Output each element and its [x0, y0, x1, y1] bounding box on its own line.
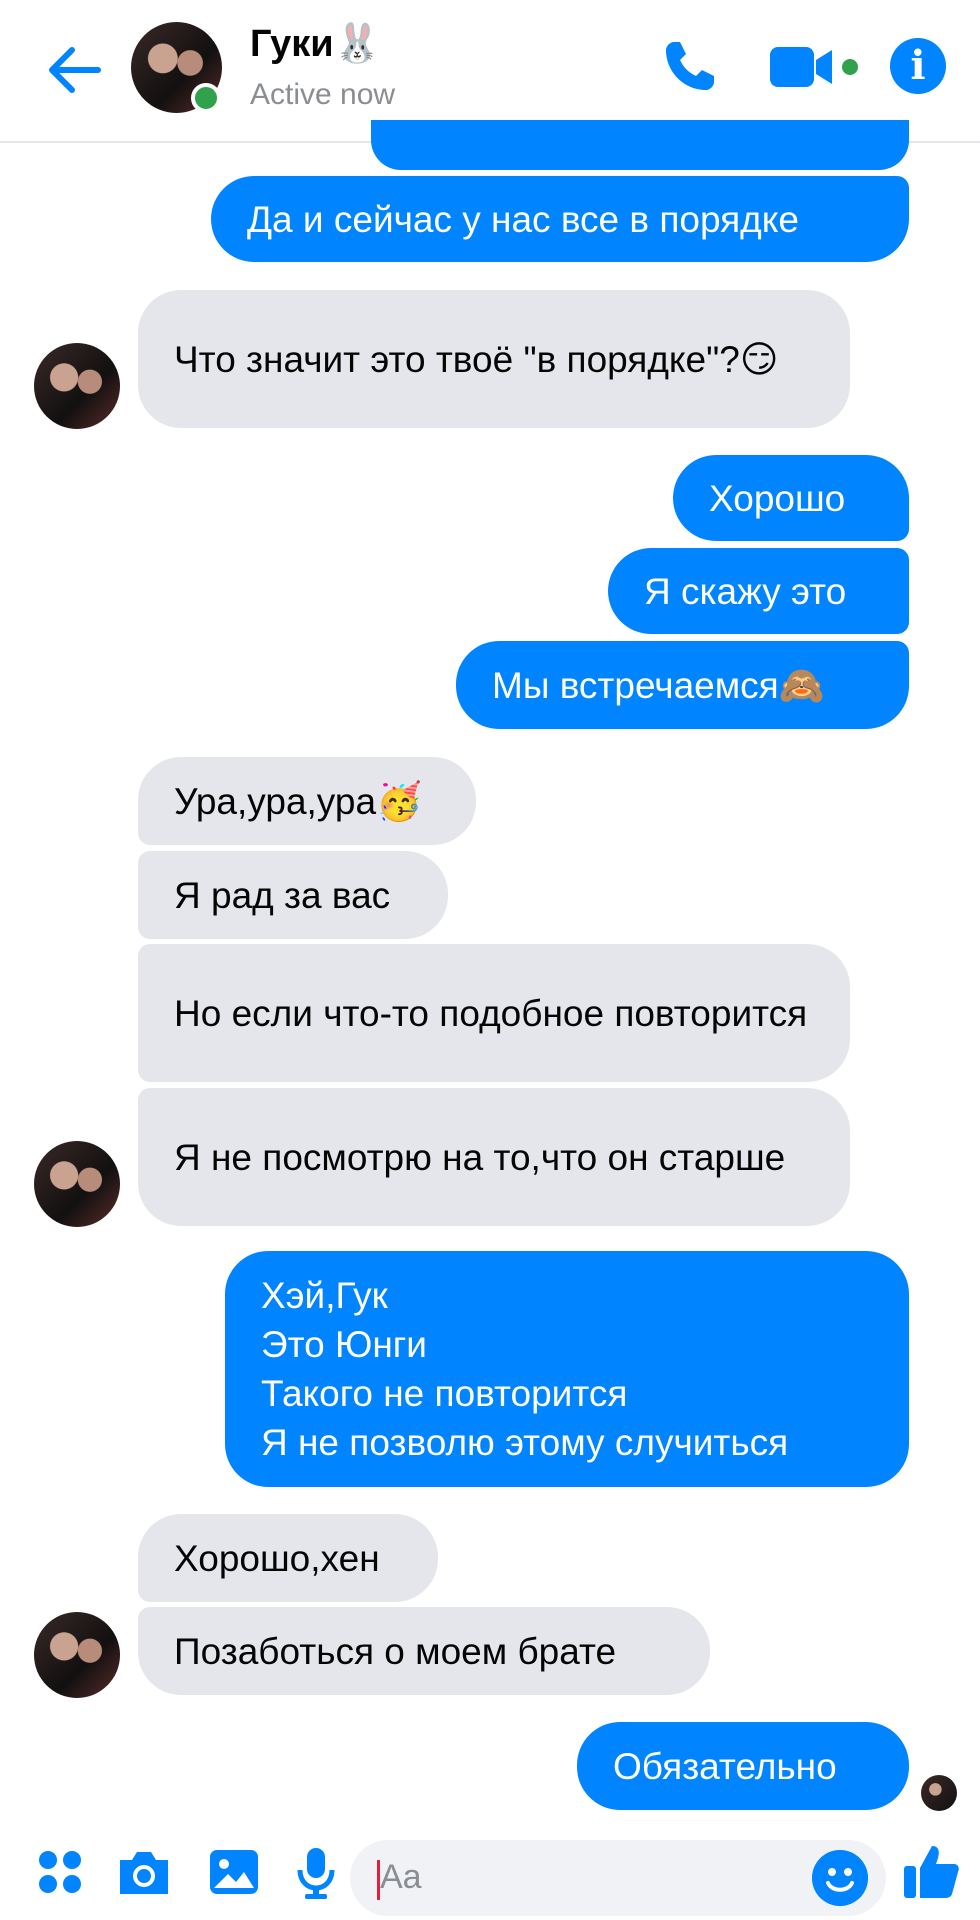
- online-indicator: [191, 83, 221, 113]
- sender-avatar[interactable]: [34, 1141, 120, 1227]
- microphone-icon[interactable]: [288, 1844, 344, 1900]
- contact-name[interactable]: Гуки🐰: [250, 22, 381, 66]
- message-text: Да и сейчас у нас все в порядке: [247, 198, 799, 240]
- message-bubble-incoming[interactable]: Что значит это твоё "в порядке"?😏: [138, 290, 850, 428]
- message-text: Что значит это твоё "в порядке"?😏: [174, 338, 779, 380]
- message-text: Мы встречаемся🙈: [492, 664, 825, 706]
- message-text: Но если что-то подобное повторится: [174, 992, 808, 1034]
- message-bubble-incoming[interactable]: Ура,ура,ура🥳: [138, 757, 476, 845]
- back-arrow-icon[interactable]: [44, 40, 104, 100]
- message-bubble-outgoing[interactable]: [371, 120, 909, 170]
- message-input-placeholder: Aa: [380, 1858, 422, 1896]
- message-bubble-incoming[interactable]: Позаботься о моем брате: [138, 1607, 710, 1695]
- message-bubble-incoming[interactable]: Я не посмотрю на то,что он старше: [138, 1088, 850, 1226]
- message-bubble-outgoing[interactable]: Хорошо: [673, 455, 909, 541]
- message-text: Позаботься о моем брате: [174, 1630, 617, 1672]
- message-text: Ура,ура,ура🥳: [174, 780, 423, 822]
- message-text: Обязательно: [613, 1745, 837, 1787]
- message-text: Я не посмотрю на то,что он старше: [174, 1136, 786, 1178]
- message-bubble-incoming[interactable]: Хорошо,хен: [138, 1514, 438, 1602]
- message-composer: Aa: [0, 1830, 980, 1920]
- sender-avatar[interactable]: [34, 343, 120, 429]
- info-icon[interactable]: i: [890, 38, 946, 94]
- seen-receipt-avatar: [921, 1775, 957, 1811]
- sender-avatar[interactable]: [34, 1612, 120, 1698]
- phone-icon[interactable]: [660, 36, 720, 96]
- message-bubble-outgoing[interactable]: Мы встречаемся🙈: [456, 641, 909, 729]
- message-bubble-outgoing[interactable]: Обязательно: [577, 1722, 909, 1810]
- emoji-icon[interactable]: [812, 1850, 868, 1906]
- message-text: Я рад за вас: [174, 874, 391, 916]
- camera-icon[interactable]: [116, 1844, 172, 1900]
- message-bubble-outgoing[interactable]: Да и сейчас у нас все в порядке: [211, 176, 909, 262]
- video-camera-icon[interactable]: [770, 42, 866, 92]
- message-text: Хэй,Гук Это Юнги Такого не повторится Я …: [261, 1275, 789, 1463]
- message-input[interactable]: Aa: [350, 1840, 886, 1916]
- message-bubble-incoming[interactable]: Я рад за вас: [138, 851, 448, 939]
- message-text: Хорошо,хен: [174, 1537, 380, 1579]
- message-text: Хорошо: [709, 477, 846, 519]
- message-bubble-incoming[interactable]: Но если что-то подобное повторится: [138, 944, 850, 1082]
- message-text: Я скажу это: [644, 570, 847, 612]
- message-bubble-outgoing[interactable]: Я скажу это: [608, 548, 909, 634]
- apps-icon[interactable]: [32, 1844, 88, 1900]
- contact-status: Active now: [250, 78, 396, 111]
- message-bubble-outgoing[interactable]: Хэй,Гук Это Юнги Такого не повторится Я …: [225, 1251, 909, 1487]
- thumbs-up-icon[interactable]: [900, 1840, 962, 1902]
- gallery-icon[interactable]: [206, 1844, 262, 1900]
